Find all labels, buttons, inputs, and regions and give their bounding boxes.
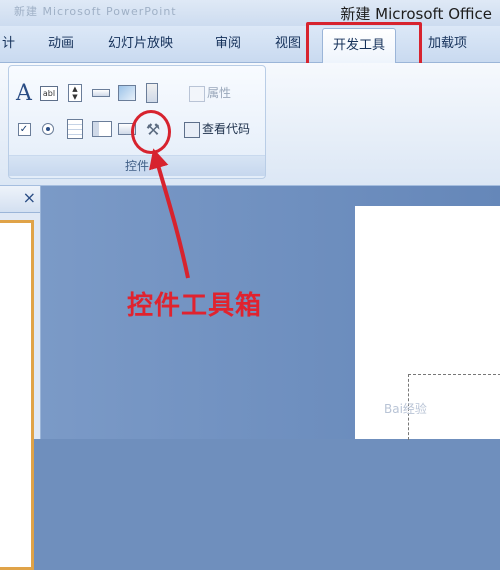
watermark: Bai经验 [384,402,427,416]
annotation-label: 控件工具箱 [127,291,263,321]
annotation-arrow [149,148,190,279]
